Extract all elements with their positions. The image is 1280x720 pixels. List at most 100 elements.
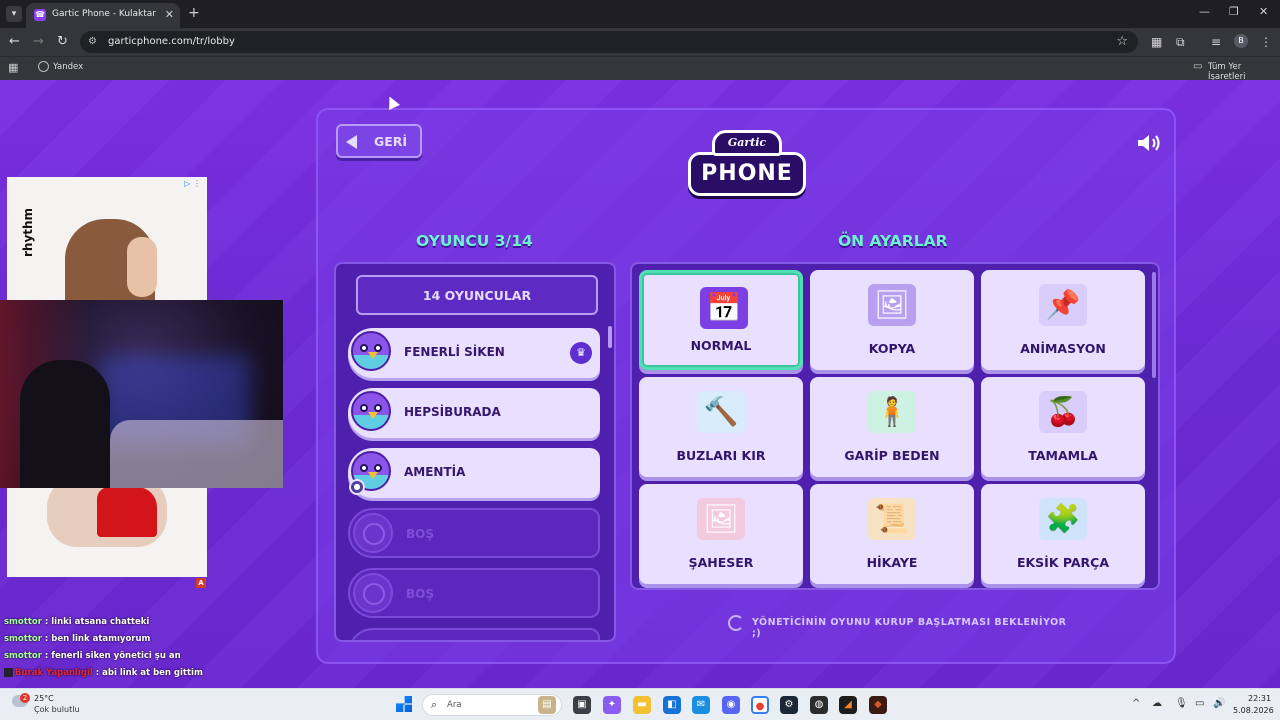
weather-desc[interactable]: Çok bulutlu (34, 705, 80, 714)
restore-icon[interactable]: ❐ (1229, 5, 1239, 18)
chat-text: : ben link atamıyorum (44, 634, 151, 644)
file-explorer-icon[interactable]: ▬ (633, 696, 651, 714)
taskbar: 2 25°C Çok bulutlu ⌕ Ara ▤ ▣ ✦ ▬ ◧ ✉ ◉ ●… (0, 688, 1280, 720)
back-button[interactable]: GERİ (336, 124, 422, 158)
copilot-icon[interactable]: ✦ (603, 696, 621, 714)
bookmark-yandex[interactable]: Yandex (53, 62, 83, 72)
chat-message: Burak Yapanlıgil : abi link at ben gitti… (4, 668, 304, 685)
tab-search-button[interactable]: ▾ (6, 6, 22, 22)
chrome-icon[interactable]: ● (751, 696, 769, 714)
steam-icon[interactable]: ⚙ (780, 696, 798, 714)
new-tab-icon[interactable]: + (188, 5, 200, 21)
windows-start-icon[interactable] (396, 696, 412, 712)
store-icon[interactable]: ◧ (663, 696, 681, 714)
extensions-icon[interactable]: ⧉ (1176, 35, 1185, 50)
players-count-button[interactable]: 14 OYUNCULAR (356, 275, 598, 315)
ghost-avatar-icon (353, 573, 393, 613)
weird-body-icon: 🧍 (868, 391, 916, 433)
forward-icon[interactable]: → (33, 34, 44, 49)
apps-grid-icon[interactable]: ▦ (8, 61, 18, 74)
calendar-pencil-icon: 📅 (700, 287, 748, 329)
chat-text: : abi link at ben gittim (95, 668, 203, 678)
browser-tab[interactable]: ☎ Gartic Phone - Kulaktan Kulağa ✕ (26, 3, 180, 28)
preset-label: GARİP BEDEN (844, 448, 940, 463)
empty-slot-label: BOŞ (406, 527, 434, 541)
empty-slot-label: BOŞ (406, 587, 434, 601)
stream-chat: smottor : linki atsana chatteki smottor … (4, 617, 304, 685)
copy-cards-icon: 🖼 (868, 284, 916, 326)
obs-icon[interactable]: ◢ (839, 696, 857, 714)
menu-icon[interactable]: ⋮ (1260, 35, 1272, 49)
site-info-icon[interactable]: ⚙ (88, 36, 97, 47)
bookmark-star-icon[interactable]: ☆ (1116, 34, 1128, 49)
media-control-icon[interactable]: ≡ (1211, 35, 1221, 49)
animation-pin-icon: 📌 (1039, 284, 1087, 326)
presets-scrollbar[interactable] (1152, 272, 1156, 378)
crown-icon: ♛ (570, 342, 592, 364)
players-scrollbar[interactable] (608, 326, 612, 348)
player-row[interactable]: ● AMENTİA (348, 448, 600, 498)
players-count-label: 14 OYUNCULAR (422, 288, 532, 303)
reload-icon[interactable]: ↻ (57, 34, 68, 49)
player-name: FENERLİ SİKEN (404, 345, 505, 359)
presets-grid: 📅 NORMAL 🖼 KOPYA 📌 ANİMASYON 🔨 BUZLARI K… (630, 262, 1160, 590)
search-placeholder: Ara (447, 700, 462, 710)
chevron-up-icon[interactable]: ^ (1132, 698, 1140, 709)
search-highlight-icon[interactable]: ▤ (538, 696, 556, 714)
ad-model-face (127, 237, 157, 297)
all-bookmarks[interactable]: Tüm Yer İşaretleri (1208, 62, 1280, 82)
back-icon[interactable]: ← (9, 34, 20, 49)
tab-close-icon[interactable]: ✕ (165, 8, 174, 21)
player-row[interactable]: HEPSİBURADA (348, 388, 600, 438)
qr-code-icon[interactable]: ▦ (1151, 35, 1162, 49)
microphone-icon[interactable]: 🎙 (1175, 698, 1188, 709)
volume-icon[interactable]: 🔊 (1213, 698, 1225, 709)
profile-avatar[interactable]: B (1234, 34, 1248, 48)
players-title: OYUNCU 3/14 (416, 232, 533, 250)
preset-garip-beden[interactable]: 🧍 GARİP BEDEN (810, 377, 974, 477)
task-view-icon[interactable]: ▣ (573, 696, 591, 714)
url-text[interactable]: garticphone.com/tr/lobby (108, 36, 235, 47)
bird-avatar-icon (351, 331, 391, 371)
player-name: HEPSİBURADA (404, 405, 501, 419)
preset-label: KOPYA (868, 341, 916, 356)
player-name: AMENTİA (404, 465, 466, 479)
preset-eksik-parca[interactable]: 🧩 EKSİK PARÇA (981, 484, 1145, 584)
app-icon[interactable]: ◍ (810, 696, 828, 714)
close-window-icon[interactable]: ✕ (1259, 5, 1268, 18)
back-arrow-icon (346, 135, 357, 149)
chat-text: : fenerli siken yönetici şu an (44, 651, 181, 661)
tab-title: Gartic Phone - Kulaktan Kulağa (52, 9, 156, 19)
story-scroll-icon: 📜 (868, 498, 916, 540)
waiting-status: YÖNETİCİNİN OYUNU KURUP BAŞLATMASI BEKLE… (728, 614, 1068, 639)
preset-saheser[interactable]: 🖼 ŞAHESER (639, 484, 803, 584)
ad-brand: rhythm (21, 207, 35, 257)
player-row[interactable]: FENERLİ SİKEN ♛ (348, 328, 600, 378)
preset-buzlari-kir[interactable]: 🔨 BUZLARI KIR (639, 377, 803, 477)
preset-animasyon[interactable]: 📌 ANİMASYON (981, 270, 1145, 370)
weather-temp[interactable]: 25°C (34, 694, 54, 703)
weather-badge: 2 (20, 693, 30, 703)
preset-kopya[interactable]: 🖼 KOPYA (810, 270, 974, 370)
clock-date[interactable]: 5.08.2026 (1233, 706, 1274, 715)
preset-label: ŞAHESER (688, 555, 754, 570)
outlook-icon[interactable]: ✉ (692, 696, 710, 714)
preset-label: NORMAL (690, 338, 752, 353)
discord-icon[interactable]: ◉ (722, 696, 740, 714)
user-icon: ● (349, 479, 365, 495)
players-list: 14 OYUNCULAR FENERLİ SİKEN ♛ HEPSİBURADA… (334, 262, 616, 642)
ice-hammer-icon: 🔨 (697, 391, 745, 433)
ad-choices-icon[interactable]: ▷ ⋮ (184, 179, 201, 188)
network-icon[interactable]: ▭ (1195, 698, 1204, 709)
address-bar[interactable]: ⚙ garticphone.com/tr/lobby ☆ (80, 31, 1138, 53)
minimize-icon[interactable]: — (1199, 5, 1210, 18)
preset-tamamla[interactable]: 🍒 TAMAMLA (981, 377, 1145, 477)
speaker-icon[interactable] (1136, 132, 1164, 154)
folder-icon: ▭ (1193, 61, 1203, 72)
preset-hikaye[interactable]: 📜 HİKAYE (810, 484, 974, 584)
clock-time[interactable]: 22:31 (1248, 694, 1271, 703)
cloud-sync-icon[interactable]: ☁ (1152, 698, 1162, 709)
valorant-icon[interactable]: ◆ (869, 696, 887, 714)
preset-normal[interactable]: 📅 NORMAL (639, 270, 803, 370)
masterpiece-icon: 🖼 (697, 498, 745, 540)
